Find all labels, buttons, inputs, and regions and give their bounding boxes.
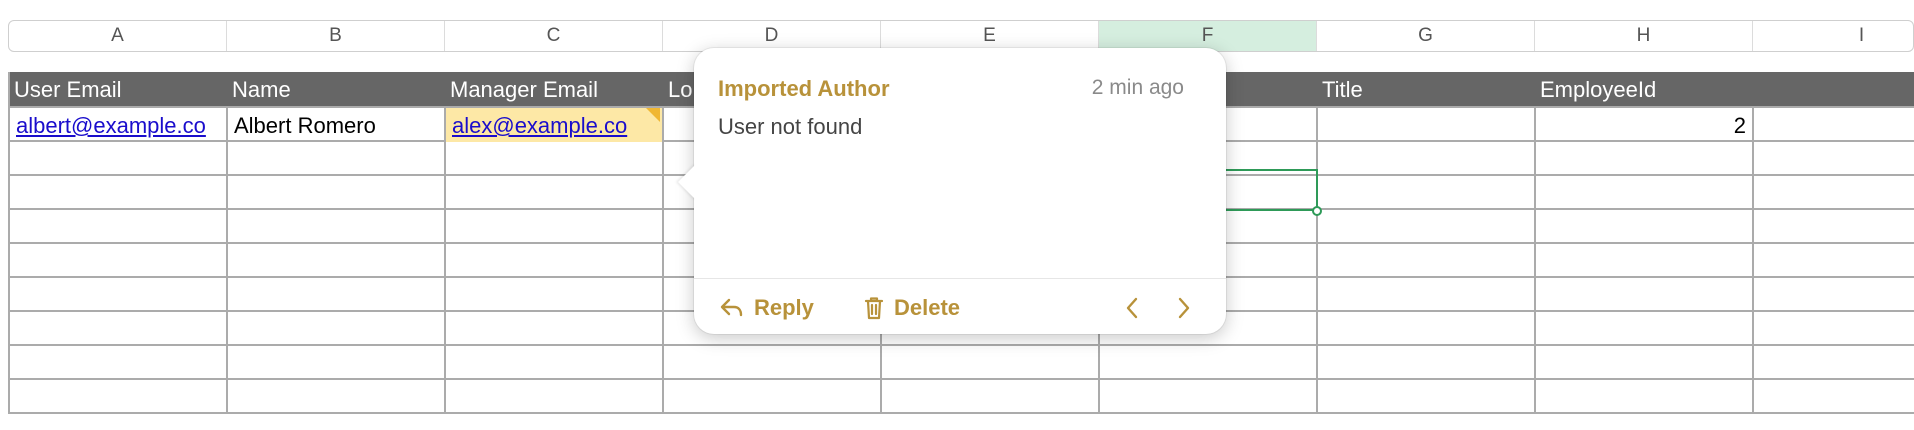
- comment-popover: Imported Author 2 min ago User not found…: [678, 48, 1226, 334]
- chevron-right-icon: [1178, 297, 1190, 319]
- column-header-i[interactable]: I: [1753, 21, 1913, 51]
- header-cell-title[interactable]: Title: [1316, 72, 1534, 106]
- comment-author: Imported Author: [718, 76, 890, 101]
- delete-label: Delete: [894, 295, 961, 320]
- row-divider: [8, 344, 1914, 346]
- column-divider: [662, 106, 664, 413]
- cell-user-email[interactable]: albert@example.co: [10, 108, 226, 142]
- column-header-f[interactable]: F: [1099, 21, 1317, 51]
- column-header-c[interactable]: C: [445, 21, 663, 51]
- popover-pointer: [678, 164, 696, 200]
- delete-button[interactable]: Delete: [864, 292, 960, 324]
- header-cell-employee-id[interactable]: EmployeeId: [1534, 72, 1752, 106]
- column-header-d[interactable]: D: [663, 21, 881, 51]
- next-comment-button[interactable]: [1170, 294, 1198, 322]
- column-divider: [1534, 106, 1536, 413]
- chevron-left-icon: [1126, 297, 1138, 319]
- column-header-g[interactable]: G: [1317, 21, 1535, 51]
- cell-employee-id[interactable]: 2: [1536, 108, 1752, 142]
- reply-label: Reply: [754, 295, 814, 320]
- column-divider: [1752, 106, 1754, 413]
- trash-icon: [864, 297, 884, 320]
- column-header-h[interactable]: H: [1535, 21, 1753, 51]
- row-divider: [8, 378, 1914, 380]
- header-cell-manager-email[interactable]: Manager Email: [444, 72, 662, 106]
- column-header-a[interactable]: A: [9, 21, 227, 51]
- previous-comment-button[interactable]: [1118, 294, 1146, 322]
- row-divider: [8, 412, 1914, 414]
- fill-handle[interactable]: [1312, 206, 1322, 216]
- comment-indicator-icon[interactable]: [646, 108, 660, 122]
- cell-manager-email[interactable]: alex@example.co: [446, 108, 662, 142]
- comment-body[interactable]: User not found: [718, 114, 862, 140]
- column-header-e[interactable]: E: [881, 21, 1099, 51]
- comment-timestamp: 2 min ago: [1091, 76, 1184, 99]
- header-cell-user-email[interactable]: User Email: [8, 72, 226, 106]
- reply-button[interactable]: Reply: [720, 292, 814, 324]
- reply-icon: [720, 298, 743, 317]
- spreadsheet-grid[interactable]: User Email Name Manager Email Lo Title E…: [8, 48, 1914, 414]
- cell-name[interactable]: Albert Romero: [228, 108, 444, 142]
- column-header-b[interactable]: B: [227, 21, 445, 51]
- popover-divider: [694, 278, 1226, 279]
- column-divider: [226, 106, 228, 413]
- header-cell-i[interactable]: [1752, 72, 1914, 106]
- column-divider: [1316, 106, 1318, 413]
- column-divider: [444, 106, 446, 413]
- header-cell-name[interactable]: Name: [226, 72, 444, 106]
